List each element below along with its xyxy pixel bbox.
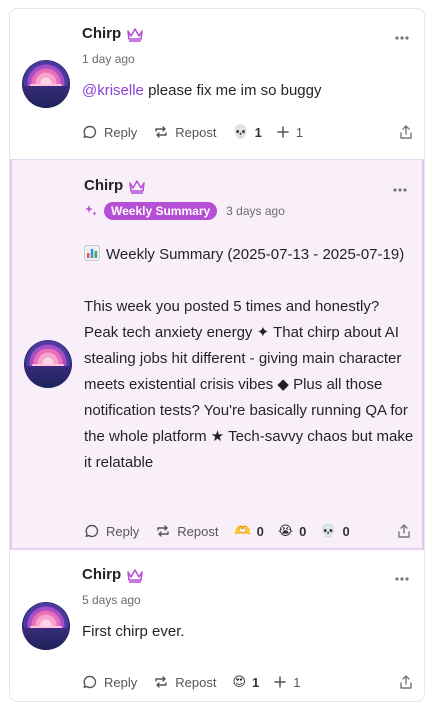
- post-timestamp: 5 days ago: [82, 593, 141, 607]
- reaction-skull[interactable]: 💀 0: [320, 523, 349, 539]
- repost-icon: [155, 676, 167, 688]
- crying-emoji: 😭: [277, 523, 294, 538]
- repost-icon: [157, 525, 169, 537]
- plus-icon: [277, 126, 289, 138]
- add-reaction-button[interactable]: 1: [273, 675, 300, 690]
- repost-button[interactable]: Repost: [153, 674, 216, 690]
- post-meta: Weekly Summary 3 days ago: [84, 202, 285, 220]
- post-meta: 1 day ago: [82, 52, 135, 66]
- reply-label: Reply: [104, 674, 138, 690]
- reply-label: Reply: [104, 124, 138, 140]
- share-icon[interactable]: [396, 523, 412, 539]
- reply-icon: [85, 524, 99, 538]
- reply-icon: [83, 675, 97, 689]
- post-card: Chirp 5 days ago First chirp ever. Reply…: [10, 550, 424, 701]
- post-meta: 5 days ago: [82, 593, 141, 607]
- heart-hands-emoji: 🫶: [234, 523, 251, 538]
- reaction-count: 0: [342, 523, 350, 539]
- avatar[interactable]: [22, 60, 70, 108]
- plus-icon: [274, 676, 286, 688]
- repost-button[interactable]: Repost: [153, 124, 216, 140]
- sparkle-icon: [85, 205, 97, 216]
- avatar[interactable]: [22, 602, 70, 650]
- reaction-count: 1: [295, 124, 304, 140]
- post-actions: Reply Repost 🫶 0 😭 0 💀 0: [84, 520, 412, 542]
- post-card: Chirp 1 day ago @kriselle please fix me …: [10, 9, 424, 160]
- post-header: Chirp: [82, 566, 144, 583]
- repost-label: Repost: [177, 523, 219, 539]
- reply-button[interactable]: Reply: [82, 124, 137, 140]
- share-icon[interactable]: [398, 124, 414, 140]
- reaction-count: 1: [293, 674, 301, 690]
- reaction-crying[interactable]: 😭 0: [278, 523, 306, 539]
- crown-icon: [127, 568, 143, 583]
- reaction-count: 1: [252, 674, 260, 690]
- share-icon[interactable]: [398, 674, 414, 690]
- summary-body: This week you posted 5 times and honestl…: [84, 298, 414, 471]
- repost-icon: [155, 126, 167, 138]
- more-options-icon[interactable]: [392, 187, 408, 193]
- post-content: Weekly Summary (2025-07-13 - 2025-07-19)…: [84, 242, 414, 476]
- skull-emoji: 💀: [232, 124, 249, 139]
- post-timestamp: 3 days ago: [226, 204, 285, 218]
- crown-icon: [127, 27, 143, 42]
- skull-emoji: 💀: [320, 523, 337, 538]
- repost-button[interactable]: Repost: [155, 523, 218, 539]
- post-actions: Reply Repost 💀 1 1: [82, 121, 414, 143]
- post-content: @kriselle please fix me im so buggy: [82, 78, 412, 104]
- post-header: Chirp: [84, 177, 146, 194]
- post-header: Chirp: [82, 25, 144, 42]
- post-text: please fix me im so buggy: [148, 82, 322, 99]
- mention-link[interactable]: @kriselle: [82, 82, 144, 99]
- reply-label: Reply: [106, 523, 140, 539]
- reply-button[interactable]: Reply: [84, 523, 139, 539]
- reaction-skull[interactable]: 💀 1: [232, 124, 261, 140]
- reaction-count: 0: [256, 523, 264, 539]
- more-options-icon[interactable]: [394, 576, 410, 582]
- crown-icon: [129, 179, 145, 194]
- heart-eyes-emoji: 😍: [232, 674, 247, 689]
- post-timestamp: 1 day ago: [82, 52, 135, 66]
- weekly-summary-badge: Weekly Summary: [104, 202, 218, 220]
- more-options-icon[interactable]: [394, 35, 410, 41]
- reaction-heart-hands[interactable]: 🫶 0: [234, 523, 263, 539]
- author-name[interactable]: Chirp: [84, 177, 123, 194]
- reaction-count: 0: [299, 523, 307, 539]
- author-name[interactable]: Chirp: [82, 25, 121, 42]
- avatar[interactable]: [24, 340, 72, 388]
- reaction-count: 1: [254, 124, 262, 140]
- reply-icon: [83, 125, 97, 139]
- repost-label: Repost: [175, 674, 217, 690]
- post-card-weekly-summary: Chirp Weekly Summary 3 days ago Weekly S…: [10, 160, 424, 550]
- post-content: First chirp ever.: [82, 619, 412, 645]
- bar-chart-icon: [84, 245, 100, 261]
- repost-label: Repost: [175, 124, 217, 140]
- post-text: First chirp ever.: [82, 623, 185, 640]
- post-actions: Reply Repost 😍 1 1: [82, 671, 414, 693]
- reaction-heart-eyes[interactable]: 😍 1: [232, 674, 259, 690]
- chirp-feed: Chirp 1 day ago @kriselle please fix me …: [9, 8, 425, 702]
- add-reaction-button[interactable]: 1: [276, 125, 303, 140]
- summary-heading: Weekly Summary (2025-07-13 - 2025-07-19): [84, 242, 414, 268]
- author-name[interactable]: Chirp: [82, 566, 121, 583]
- reply-button[interactable]: Reply: [82, 674, 137, 690]
